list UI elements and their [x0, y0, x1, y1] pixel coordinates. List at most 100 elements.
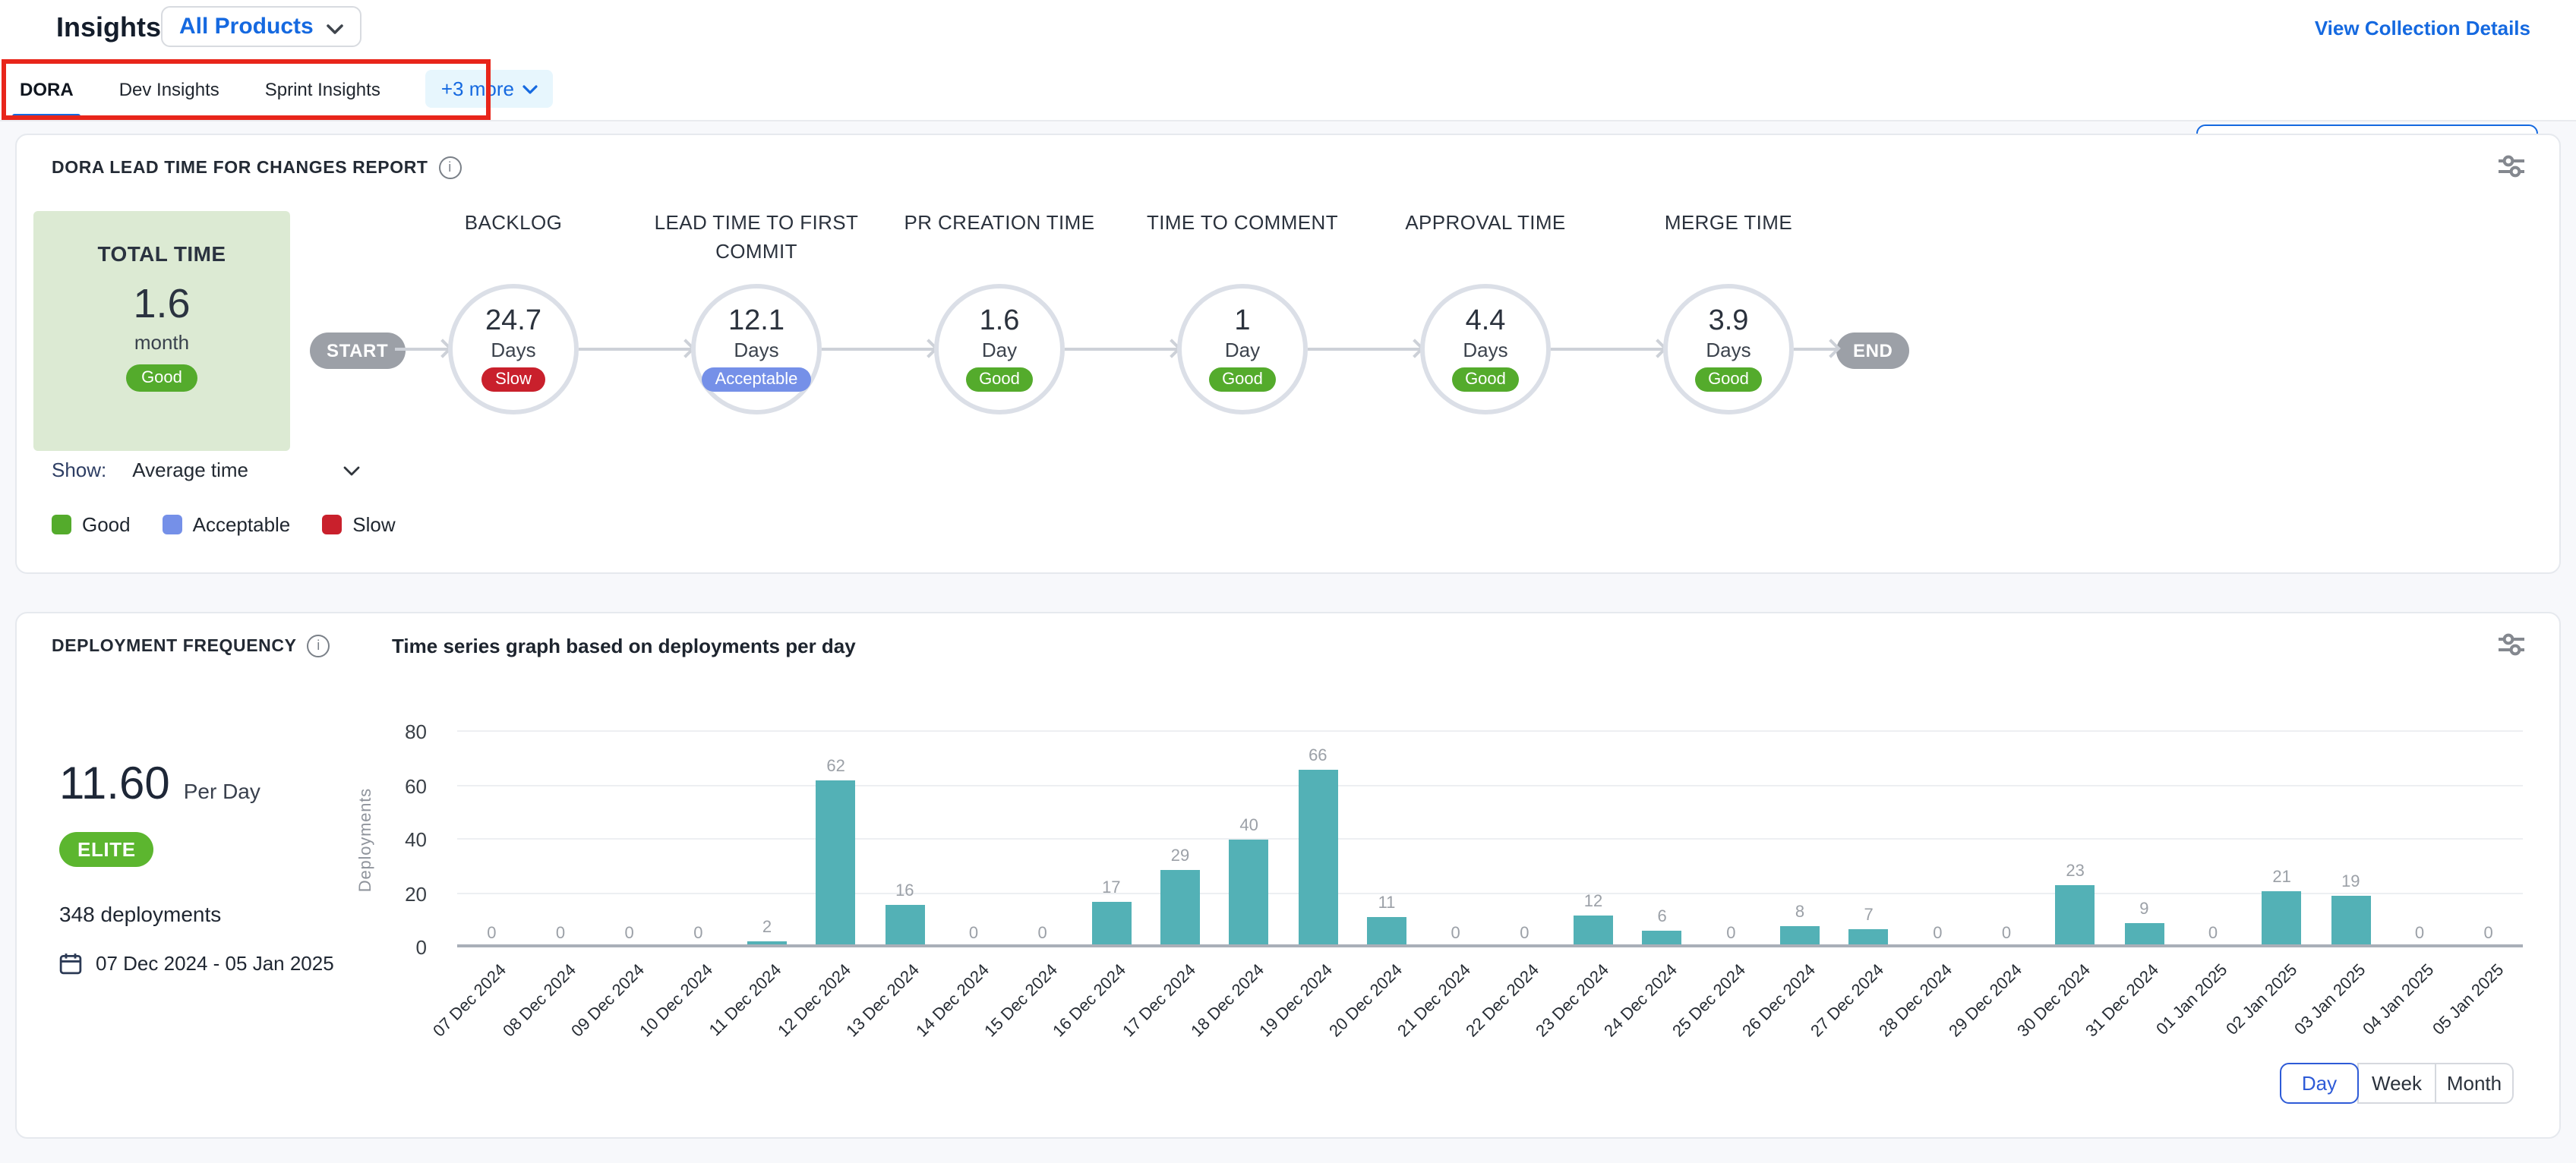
stage-value: 12.1: [728, 307, 784, 337]
info-icon[interactable]: i: [439, 156, 462, 179]
granularity-week[interactable]: Week: [2357, 1063, 2436, 1104]
bar-value-label: 0: [1904, 925, 1971, 943]
legend-item-acceptable: Acceptable: [163, 513, 291, 536]
legend-item-slow: Slow: [322, 513, 395, 536]
deployment-rate: 11.60 Per Day: [59, 759, 260, 811]
flow-arrow: [1065, 348, 1177, 351]
deployment-card-title: DEPLOYMENT FREQUENCY i: [52, 635, 330, 657]
total-time-box: TOTAL TIME 1.6 month Good: [33, 211, 290, 451]
bar-value-label: 62: [803, 758, 870, 776]
flow-start-pill: START: [310, 333, 405, 369]
stage-unit: Days: [734, 339, 778, 361]
x-axis-labels: 07 Dec 202408 Dec 202409 Dec 202410 Dec …: [457, 961, 2523, 1083]
bar-value-label: 0: [1697, 925, 1764, 943]
granularity-day[interactable]: Day: [2280, 1063, 2359, 1104]
y-tick: 40: [405, 828, 427, 851]
stage-value: 1: [1234, 307, 1250, 337]
stage-unit: Days: [1463, 339, 1507, 361]
bar-13-dec-2024: [885, 904, 924, 947]
bar-value-label: 40: [1216, 817, 1283, 835]
chevron-down-icon[interactable]: [343, 459, 359, 481]
show-selector-row: Show: Average time: [52, 459, 359, 481]
bar-17-dec-2024: [1160, 869, 1200, 947]
status-legend: Good Acceptable Slow: [52, 513, 396, 536]
stage-label-lead-time-to-first-commit: LEAD TIME TO FIRST COMMIT: [627, 208, 886, 266]
flow-arrow: [395, 348, 448, 351]
total-time-status-badge: Good: [126, 364, 197, 392]
stage-status-badge: Good: [1451, 367, 1520, 392]
stage-value: 3.9: [1709, 307, 1749, 337]
deployment-rate-value: 11.60: [59, 759, 170, 811]
bar-12-dec-2024: [816, 780, 856, 947]
header: Insights for All Products View Collectio…: [0, 0, 2576, 59]
y-axis-ticks: 020406080: [372, 732, 442, 947]
x-axis-line: [457, 944, 2523, 947]
bar-16-dec-2024: [1091, 902, 1131, 947]
bar-19-dec-2024: [1298, 770, 1337, 947]
stage-status-badge: Slow: [481, 367, 545, 392]
total-time-value: 1.6: [133, 281, 190, 328]
bar-value-label: 0: [2386, 925, 2453, 943]
chart-settings-icon[interactable]: [2497, 632, 2526, 657]
bar-value-label: 8: [1766, 903, 1833, 922]
bar-value-label: 0: [665, 925, 731, 943]
bar-18-dec-2024: [1230, 840, 1269, 947]
stage-circle-lead-time-to-first-commit: 12.1DaysAcceptable: [691, 284, 822, 414]
view-collection-details-link[interactable]: View Collection Details: [2315, 17, 2530, 39]
stage-unit: Days: [491, 339, 535, 361]
more-tabs-dropdown[interactable]: +3 more: [426, 70, 554, 108]
tab-sprint-insights[interactable]: Sprint Insights: [265, 58, 380, 120]
total-time-unit: month: [134, 331, 189, 354]
y-tick: 60: [405, 774, 427, 797]
bar-value-label: 12: [1560, 892, 1627, 910]
chart-settings-icon[interactable]: [2497, 153, 2526, 179]
gridline: [457, 838, 2523, 840]
show-value-dropdown[interactable]: Average time: [132, 459, 248, 481]
bar-03-jan-2025: [2331, 897, 2370, 947]
product-selector-label: All Products: [179, 14, 314, 39]
stage-value: 4.4: [1466, 307, 1506, 337]
tab-dev-insights[interactable]: Dev Insights: [119, 58, 219, 120]
deployment-frequency-card: DEPLOYMENT FREQUENCY i Time series graph…: [15, 612, 2561, 1139]
bar-value-label: 16: [871, 881, 938, 900]
flow-arrow: [579, 348, 691, 351]
bar-value-label: 0: [527, 925, 594, 943]
y-tick: 80: [405, 720, 427, 743]
legend-label: Good: [82, 513, 131, 536]
bar-value-label: 0: [940, 925, 1007, 943]
stage-circle-time-to-comment: 1DayGood: [1177, 284, 1308, 414]
bar-value-label: 66: [1284, 747, 1351, 765]
stage-value: 24.7: [485, 307, 541, 337]
tab-dora[interactable]: DORA: [20, 58, 74, 120]
lead-time-card-title: DORA LEAD TIME FOR CHANGES REPORT i: [52, 156, 462, 179]
stage-unit: Day: [1225, 339, 1260, 361]
info-icon[interactable]: i: [308, 635, 330, 657]
bar-value-label: 0: [596, 925, 663, 943]
gridline: [457, 730, 2523, 732]
legend-swatch: [52, 515, 71, 534]
legend-swatch: [322, 515, 342, 534]
lead-time-card: DORA LEAD TIME FOR CHANGES REPORT i TOTA…: [15, 134, 2561, 574]
total-time-label: TOTAL TIME: [98, 241, 226, 266]
stage-status-badge: Good: [1694, 367, 1763, 392]
flow-arrow: [822, 348, 934, 351]
tabs-row: DORADev InsightsSprint Insights+3 more 0…: [0, 58, 2576, 121]
flow-arrow: [1794, 348, 1836, 351]
dashboard-page: Insights for All Products View Collectio…: [0, 0, 2576, 1163]
deployment-rate-unit: Per Day: [184, 779, 260, 803]
bar-value-label: 0: [1973, 925, 2040, 943]
bar-value-label: 0: [1422, 925, 1489, 943]
lead-time-card-title-text: DORA LEAD TIME FOR CHANGES REPORT: [52, 159, 428, 177]
stage-label-time-to-comment: TIME TO COMMENT: [1113, 208, 1372, 237]
bar-20-dec-2024: [1367, 918, 1406, 947]
legend-label: Acceptable: [193, 513, 291, 536]
stage-label-merge-time: MERGE TIME: [1599, 208, 1858, 237]
legend-label: Slow: [352, 513, 395, 536]
bar-value-label: 19: [2317, 874, 2384, 892]
granularity-month[interactable]: Month: [2435, 1063, 2514, 1104]
product-selector[interactable]: All Products: [161, 6, 362, 47]
flow-end-pill: END: [1836, 333, 1910, 369]
chevron-down-icon: [327, 15, 344, 41]
stage-label-backlog: BACKLOG: [384, 208, 642, 237]
legend-swatch: [163, 515, 182, 534]
